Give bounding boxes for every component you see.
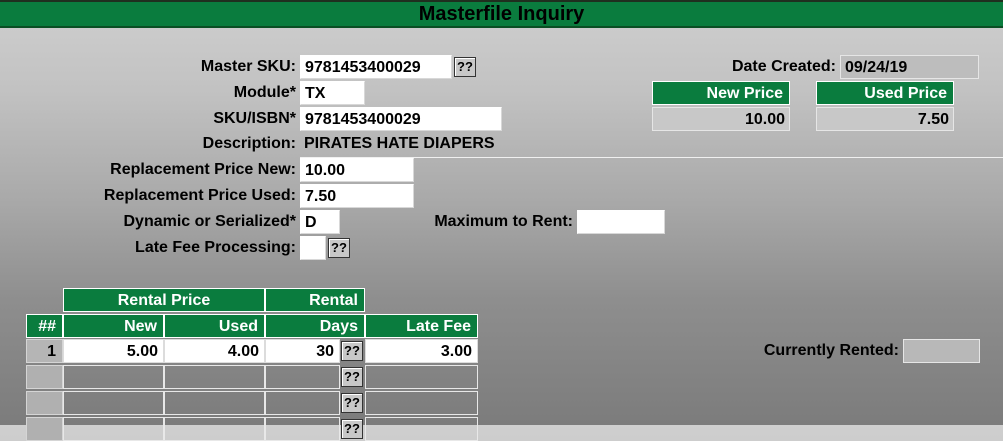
master-sku-label: Master SKU:: [200, 58, 296, 75]
rental-used-cell[interactable]: [164, 391, 265, 415]
description-label: Description:: [202, 135, 296, 152]
table-row-number: [26, 417, 63, 441]
new-column-header: New: [63, 314, 164, 338]
master-sku-field[interactable]: 9781453400029: [300, 55, 452, 79]
used-column-header: Used: [164, 314, 265, 338]
late-fee-cell[interactable]: 3.00: [365, 339, 478, 363]
rental-used-cell[interactable]: 4.00: [164, 339, 265, 363]
late-fee-column-header: Late Fee: [365, 314, 478, 338]
maximum-to-rent-field[interactable]: [577, 210, 665, 234]
late-fee-cell[interactable]: [365, 391, 478, 415]
late-fee-processing-lookup-button[interactable]: ??: [328, 238, 350, 258]
window-title: Masterfile Inquiry: [0, 0, 1003, 28]
table-row-number: [26, 391, 63, 415]
late-fee-cell[interactable]: [365, 417, 478, 441]
rental-days-lookup-button[interactable]: ??: [341, 393, 363, 413]
currently-rented-label: Currently Rented:: [763, 342, 899, 359]
rental-new-cell[interactable]: 5.00: [63, 339, 164, 363]
module-label: Module*: [233, 84, 296, 101]
used-price-value: 7.50: [816, 107, 954, 131]
sku-isbn-field[interactable]: 9781453400029: [300, 107, 502, 131]
date-created-label: Date Created:: [731, 58, 836, 75]
module-field[interactable]: TX: [300, 81, 365, 105]
late-fee-processing-label: Late Fee Processing:: [135, 239, 296, 256]
currently-rented-value: [903, 339, 980, 363]
rental-days-cell[interactable]: [265, 365, 340, 389]
table-row-number: [26, 365, 63, 389]
master-sku-lookup-button[interactable]: ??: [454, 57, 476, 77]
maximum-to-rent-label: Maximum to Rent:: [434, 213, 573, 230]
rental-days-cell[interactable]: [265, 417, 340, 441]
dynamic-serialized-label: Dynamic or Serialized*: [123, 213, 296, 230]
rental-used-cell[interactable]: [164, 417, 265, 441]
rental-new-cell[interactable]: [63, 365, 164, 389]
rental-days-lookup-button[interactable]: ??: [341, 341, 363, 361]
date-created-value: 09/24/19: [840, 55, 979, 79]
new-price-value: 10.00: [652, 107, 790, 131]
late-fee-cell[interactable]: [365, 365, 478, 389]
rental-days-lookup-button[interactable]: ??: [341, 367, 363, 387]
rental-price-group-header: Rental Price: [63, 288, 265, 312]
replacement-price-used-field[interactable]: 7.50: [300, 184, 414, 208]
rental-new-cell[interactable]: [63, 417, 164, 441]
replacement-price-new-label: Replacement Price New:: [110, 161, 296, 178]
replacement-price-new-field[interactable]: 10.00: [300, 158, 414, 182]
dynamic-serialized-field[interactable]: D: [300, 210, 340, 234]
days-column-header: Days: [265, 314, 365, 338]
rental-group-header: Rental: [265, 288, 365, 312]
row-number-header: ##: [26, 314, 63, 338]
table-row-number: 1: [26, 339, 63, 363]
rental-days-lookup-button[interactable]: ??: [341, 419, 363, 439]
rental-days-cell[interactable]: [265, 391, 340, 415]
late-fee-processing-field[interactable]: [300, 236, 326, 260]
rental-days-cell[interactable]: 30: [265, 339, 340, 363]
sku-isbn-label: SKU/ISBN*: [213, 110, 296, 127]
description-value: PIRATES HATE DIAPERS: [304, 135, 495, 152]
new-price-header: New Price: [652, 81, 790, 105]
used-price-header: Used Price: [816, 81, 954, 105]
replacement-price-used-label: Replacement Price Used:: [103, 187, 296, 204]
rental-used-cell[interactable]: [164, 365, 265, 389]
rental-new-cell[interactable]: [63, 391, 164, 415]
